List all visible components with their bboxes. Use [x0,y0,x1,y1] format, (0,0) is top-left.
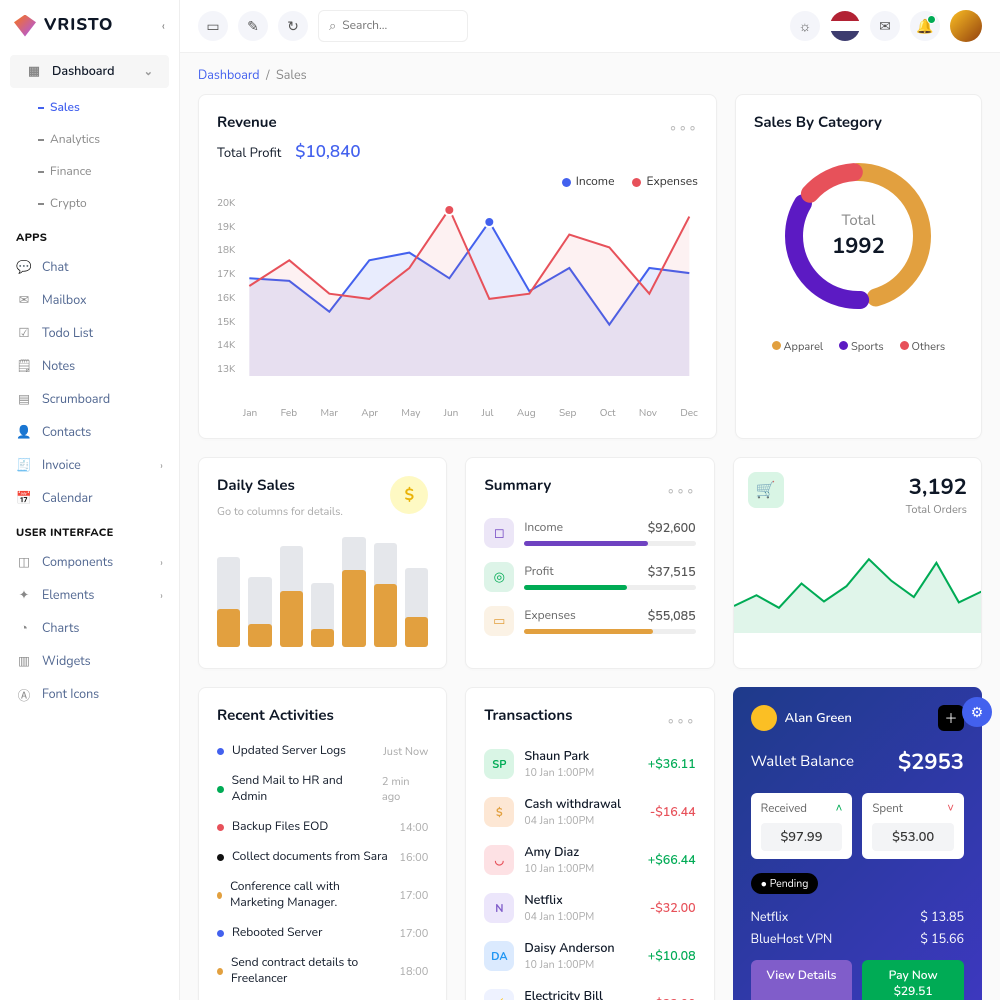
daily-sales-chart [217,537,428,647]
panel-transactions: Transactions ∘∘∘ SPShaun Park10 Jan 1:00… [465,687,714,1000]
nav-notes[interactable]: 🗒Notes [0,350,179,383]
bell-icon[interactable]: 🔔 [910,11,940,41]
activity-item: Send Mail to HR and Admin2 min ago [217,766,428,812]
orders-sparkline [734,543,981,633]
activity-item: Send contract details to Freelancer18:00 [217,948,428,994]
transaction-row: SPShaun Park10 Jan 1:00PM+$36.11 [484,740,695,788]
nav-elements[interactable]: ✦Elements› [0,579,179,612]
revenue-title: Revenue [217,113,277,133]
more-icon[interactable]: ∘∘∘ [666,481,695,500]
chevron-down-icon: ⌄ [144,64,153,79]
breadcrumb-root[interactable]: Dashboard [198,67,260,84]
revenue-legend: Income Expenses [217,174,698,190]
donut-title: Sales By Category [754,113,963,133]
plus-icon[interactable]: ＋ [938,705,964,731]
topbar: ▭ ✎ ↻ ⌕ ☼ ✉ 🔔 [180,0,1000,53]
pending-badge: Pending [751,873,819,894]
panel-summary: Summary ∘∘∘ ◻Income$92,600◎Profit$37,515… [465,457,714,669]
nav-mailbox[interactable]: ✉Mailbox [0,284,179,317]
nav-contacts[interactable]: 👤Contacts [0,416,179,449]
brand-name: VRISTO [44,14,113,37]
sidebar: VRISTO ‹ ▦Dashboard ⌄ SalesAnalyticsFina… [0,0,180,1000]
caret-down-icon: ˅ [947,801,954,817]
nav-sub-analytics[interactable]: Analytics [0,124,179,156]
nav-scrumboard[interactable]: ▤Scrumboard [0,383,179,416]
nav-sub-finance[interactable]: Finance [0,156,179,188]
nav-invoice[interactable]: 🧾Invoice› [0,449,179,482]
logo[interactable]: VRISTO ‹ [0,0,179,51]
edit-icon[interactable]: ✎ [238,11,268,41]
spent-box[interactable]: Spent˅ $53.00 [862,793,964,859]
mail-icon[interactable]: ✉ [870,11,900,41]
nav-calendar[interactable]: 📅Calendar [0,482,179,515]
refresh-icon[interactable]: ↻ [278,11,308,41]
flag-icon[interactable] [830,11,860,41]
gear-icon[interactable]: ⚙ [962,697,992,727]
panel-wallet: ⚙ Alan Green ＋ Wallet Balance $2953 Rece… [733,687,982,1000]
transaction-row: DADaisy Anderson10 Jan 1:00PM+$10.08 [484,932,695,980]
nav-widgets[interactable]: ▥Widgets [0,645,179,678]
search-input[interactable]: ⌕ [318,10,468,42]
search-icon: ⌕ [329,17,336,35]
revenue-chart [241,196,698,376]
nav-components[interactable]: ◫Components› [0,546,179,579]
nav-todo-list[interactable]: ☑Todo List [0,317,179,350]
transaction-row: ⚡Electricity Bill04 Jan 1:00PM-$22.00 [484,980,695,1000]
activity-item: Backup Files EOD14:00 [217,812,428,842]
cart-icon: 🛒 [748,472,784,508]
donut-legend: Apparel Sports Others [772,339,945,354]
more-icon[interactable]: ∘∘∘ [666,711,695,730]
panel-orders: 🛒 3,192 Total Orders [733,457,982,669]
donut-chart: Total 1992 [773,151,943,321]
profit-label: Total Profit [217,144,281,162]
wallet-user: Alan Green [785,709,852,727]
nav-sub-crypto[interactable]: Crypto [0,188,179,220]
dollar-icon: $ [390,476,428,514]
activity-item: Rebooted Server17:00 [217,918,428,948]
wallet-avatar [751,705,777,731]
transaction-row: $Cash withdrawal04 Jan 1:00PM-$16.44 [484,788,695,836]
panel-activities: Recent Activities Updated Server LogsJus… [198,687,447,1000]
breadcrumb: Dashboard / Sales [198,67,982,84]
view-details-button[interactable]: View Details [751,960,853,1000]
activity-item: Collect documents from Sara16:00 [217,842,428,872]
activity-item: Updated Server LogsJust Now [217,994,428,1000]
nav-charts[interactable]: ◔Charts [0,612,179,645]
sidebar-collapse-icon[interactable]: ‹ [162,17,165,35]
breadcrumb-current: Sales [276,67,307,84]
panel-revenue: Revenue ∘∘∘ Total Profit $10,840 Income … [198,94,717,439]
logo-icon [14,15,36,37]
section-apps: APPS [0,220,179,251]
theme-icon[interactable]: ☼ [790,11,820,41]
nav-sub-sales[interactable]: Sales [0,92,179,124]
profit-value: $10,840 [295,141,360,164]
activity-item: Updated Server LogsJust Now [217,736,428,766]
caret-up-icon: ˄ [836,801,843,817]
more-icon[interactable]: ∘∘∘ [669,118,698,137]
nav-chat[interactable]: 💬Chat [0,251,179,284]
transaction-row: ◡Amy Diaz10 Jan 1:00PM+$66.44 [484,836,695,884]
nav-dashboard[interactable]: ▦Dashboard ⌄ [10,55,169,88]
panel-donut: Sales By Category Total 1992 Apparel Spo… [735,94,982,439]
section-ui: USER INTERFACE [0,515,179,546]
user-avatar[interactable] [950,10,982,42]
received-box[interactable]: Received˄ $97.99 [751,793,853,859]
home-icon: ▦ [26,64,42,80]
panel-daily-sales: Daily Sales Go to columns for details. $ [198,457,447,669]
nav-font-icons[interactable]: ⒶFont Icons [0,678,179,711]
activity-item: Conference call with Marketing Manager.1… [217,872,428,918]
calendar-icon[interactable]: ▭ [198,11,228,41]
transaction-row: NNetflix04 Jan 1:00PM-$32.00 [484,884,695,932]
pay-now-button[interactable]: Pay Now $29.51 [862,960,964,1000]
